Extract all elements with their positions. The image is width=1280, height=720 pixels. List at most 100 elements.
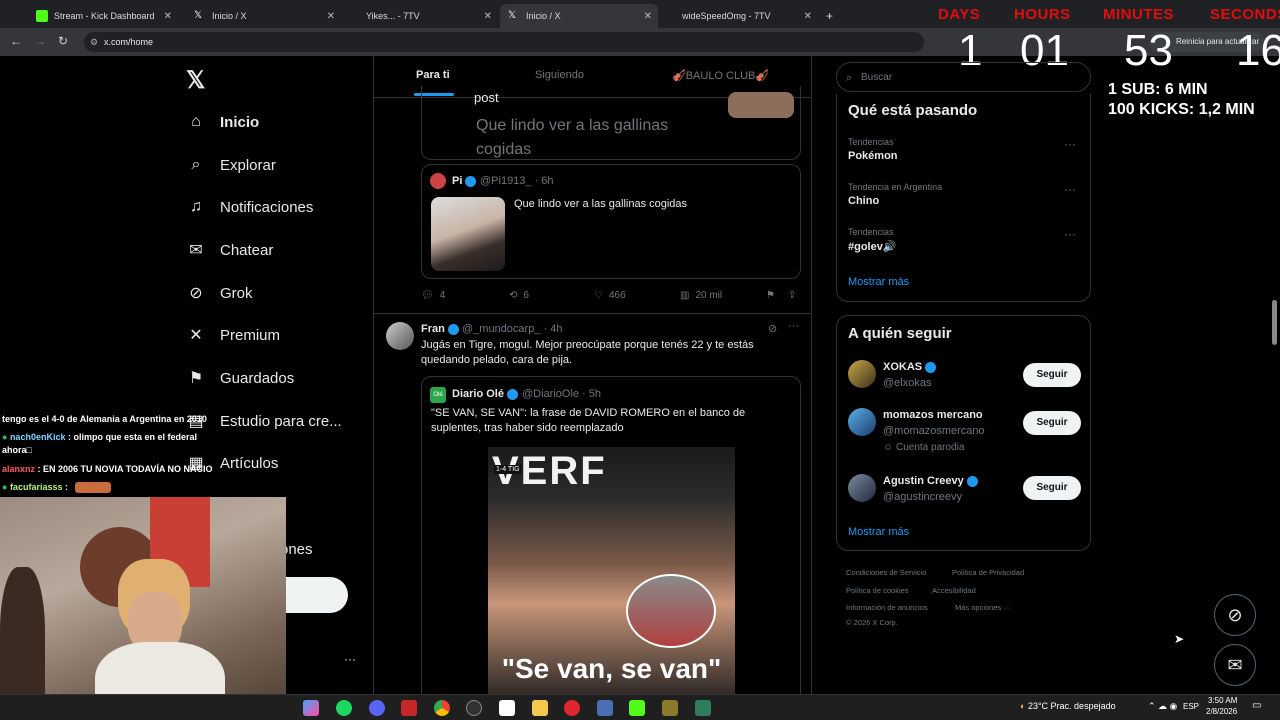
footer-link-cookies[interactable]: Política de cookies bbox=[846, 586, 909, 595]
discord-icon[interactable] bbox=[369, 700, 385, 716]
quoted-post[interactable]: Olé Diario Olé @DiarioOle · 5h "SE VAN, … bbox=[421, 376, 801, 694]
search-input[interactable]: ⌕ Buscar bbox=[836, 62, 1091, 92]
like-button[interactable]: ♡ 466 bbox=[594, 290, 626, 301]
tab-following[interactable]: Siguiendo bbox=[535, 69, 584, 81]
close-icon[interactable]: ✕ bbox=[327, 11, 335, 22]
nav-label: Guardados bbox=[220, 369, 295, 387]
divider bbox=[374, 313, 811, 314]
chrome-icon[interactable] bbox=[434, 700, 450, 716]
follow-button[interactable]: Seguir bbox=[1023, 476, 1081, 500]
app-icon[interactable] bbox=[401, 700, 417, 716]
more-icon[interactable]: ··· bbox=[1064, 182, 1076, 196]
footer-link-ads-info[interactable]: Información de anuncios bbox=[846, 603, 928, 612]
suggested-handle: @momazosmercano bbox=[883, 425, 985, 437]
back-icon[interactable]: ← bbox=[10, 34, 22, 48]
close-icon[interactable]: ✕ bbox=[804, 11, 812, 22]
search-icon: ⌕ bbox=[191, 156, 201, 173]
more-icon[interactable]: ··· bbox=[788, 320, 799, 332]
weather-widget[interactable]: ◐ 23°C Prac. despejado bbox=[1020, 701, 1116, 711]
browser-tab[interactable]: wideSpeedOmg - 7TV ✕ bbox=[664, 4, 818, 28]
browser-tab[interactable]: Stream - Kick Dashboard ✕ bbox=[28, 4, 178, 28]
trend-item[interactable]: Tendencia en Argentina Chino ··· bbox=[848, 182, 1088, 207]
nav-label: Premium bbox=[220, 326, 281, 344]
quoted-post-inner[interactable]: Pi @Pi1913_ · 6h Que lindo ver a las gal… bbox=[421, 164, 801, 279]
suggested-name[interactable]: Agustin Creevy bbox=[883, 475, 981, 487]
timeline: Para ti Siguiendo 🎻BAULO CLUB🎻 post Que … bbox=[373, 56, 812, 694]
follow-button[interactable]: Seguir bbox=[1023, 411, 1081, 435]
clock-date[interactable]: 2/8/2026 bbox=[1206, 707, 1237, 716]
app-icon[interactable] bbox=[662, 700, 678, 716]
grok-fab[interactable]: ⊘ bbox=[1214, 594, 1256, 636]
bookmark-button[interactable]: ⚑ bbox=[766, 290, 775, 301]
post-image[interactable]: VERF 1-4 TIG "Se van, se van" bbox=[488, 447, 735, 694]
avatar[interactable] bbox=[386, 322, 414, 350]
footer-link-terms[interactable]: Condiciones de Servicio bbox=[846, 568, 926, 577]
avatar[interactable] bbox=[848, 360, 876, 388]
trends-show-more-link[interactable]: Mostrar más bbox=[848, 276, 909, 288]
footer-link-accessibility[interactable]: Accesibilidad bbox=[932, 586, 976, 595]
x-logo-icon[interactable]: 𝕏 bbox=[186, 66, 205, 95]
copilot-icon[interactable] bbox=[303, 700, 319, 716]
avatar[interactable] bbox=[848, 474, 876, 502]
tab-baulo-club[interactable]: 🎻BAULO CLUB🎻 bbox=[672, 69, 769, 82]
more-icon[interactable]: ··· bbox=[1064, 227, 1076, 241]
grok-icon[interactable]: ⊘ bbox=[768, 322, 777, 335]
browser-tab[interactable]: Yikes... - 7TV ✕ bbox=[346, 4, 498, 28]
page-scrollbar[interactable] bbox=[1272, 300, 1277, 345]
close-icon[interactable]: ✕ bbox=[164, 11, 172, 22]
x-logo-icon: ✕ bbox=[189, 327, 203, 344]
more-icon[interactable]: ··· bbox=[1064, 137, 1076, 151]
obs-icon[interactable] bbox=[466, 700, 482, 716]
nav-grok[interactable]: ⊘ Grok bbox=[186, 278, 252, 308]
views-button[interactable]: ▥ 20 mil bbox=[680, 290, 722, 301]
tab-for-you[interactable]: Para ti bbox=[416, 69, 450, 81]
footer-link-more-options[interactable]: Más opciones ··· bbox=[955, 603, 1011, 612]
opera-icon[interactable] bbox=[564, 700, 580, 716]
kick-icon[interactable] bbox=[629, 700, 645, 716]
mail-icon: ✉ bbox=[189, 242, 203, 259]
close-icon[interactable]: ✕ bbox=[484, 11, 492, 22]
nav-home[interactable]: ⌂ Inicio bbox=[186, 107, 259, 137]
browser-tab-active[interactable]: 𝕏 Inicio / X ✕ bbox=[500, 4, 658, 28]
trend-item[interactable]: Tendencias Pokémon ··· bbox=[848, 137, 1088, 162]
app-icon[interactable] bbox=[695, 700, 711, 716]
spotify-icon[interactable] bbox=[336, 700, 352, 716]
notification-icon[interactable]: ▭ bbox=[1252, 700, 1261, 711]
browser-tab[interactable]: 𝕏 Inicio / X ✕ bbox=[186, 4, 341, 28]
author-name[interactable]: Fran bbox=[421, 323, 462, 335]
post-image[interactable] bbox=[431, 197, 505, 271]
address-bar[interactable]: ⚙ x.com/home bbox=[84, 32, 924, 52]
footer-link-privacy[interactable]: Política de Privacidad bbox=[952, 568, 1024, 577]
repost-button[interactable]: ⟲ 6 bbox=[509, 290, 529, 301]
reload-icon[interactable]: ↻ bbox=[58, 34, 68, 48]
system-tray-icons[interactable]: ⌃ ☁ ◉ bbox=[1148, 701, 1177, 712]
author-handle: @Pi1913_ · 6h bbox=[480, 175, 554, 187]
suggested-name[interactable]: XOKAS bbox=[883, 361, 939, 373]
follow-show-more-link[interactable]: Mostrar más bbox=[848, 526, 909, 538]
quoted-post[interactable]: post Que lindo ver a las gallinas cogida… bbox=[421, 86, 801, 160]
forward-icon[interactable]: → bbox=[34, 34, 46, 48]
nav-bookmarks[interactable]: ⚑ Guardados bbox=[186, 363, 294, 393]
follow-button[interactable]: Seguir bbox=[1023, 363, 1081, 387]
messages-fab[interactable]: ✉ bbox=[1214, 644, 1256, 686]
trend-item[interactable]: Tendencias #golev🔊 ··· bbox=[848, 227, 1088, 253]
like-count: 466 bbox=[608, 290, 626, 301]
avatar[interactable] bbox=[848, 408, 876, 436]
site-info-icon[interactable]: ⚙ bbox=[90, 32, 98, 52]
post-button[interactable] bbox=[286, 577, 348, 613]
share-button[interactable]: ⇪ bbox=[788, 290, 796, 301]
app-icon[interactable] bbox=[499, 700, 515, 716]
nav-chat[interactable]: ✉ Chatear bbox=[186, 235, 273, 265]
nav-premium[interactable]: ✕ Premium bbox=[186, 320, 280, 350]
nav-explore[interactable]: ⌕ Explorar bbox=[186, 150, 276, 180]
new-tab-button[interactable]: + bbox=[818, 4, 841, 28]
app-icon[interactable] bbox=[597, 700, 613, 716]
file-explorer-icon[interactable] bbox=[532, 700, 548, 716]
suggested-name[interactable]: momazos mercano bbox=[883, 409, 983, 421]
more-options-icon[interactable]: ··· bbox=[344, 652, 356, 666]
input-language[interactable]: ESP bbox=[1183, 702, 1199, 711]
clock-time[interactable]: 3:50 AM bbox=[1208, 696, 1237, 705]
reply-button[interactable]: 💬︎ 4 bbox=[421, 290, 445, 301]
nav-notifications[interactable]: ♫ Notificaciones bbox=[186, 192, 313, 222]
close-icon[interactable]: ✕ bbox=[644, 11, 652, 22]
